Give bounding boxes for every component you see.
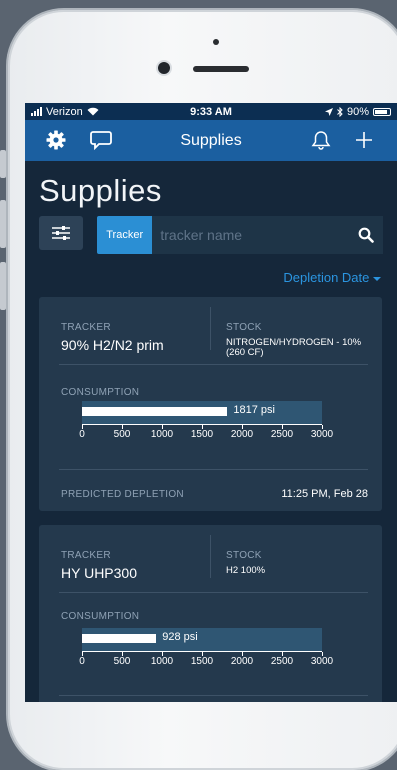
signal-icon [31, 107, 42, 116]
stock-label: STOCK [226, 322, 262, 333]
sort-label: Depletion Date [283, 270, 370, 285]
consumption-label: CONSUMPTION [61, 387, 140, 398]
divider [210, 307, 211, 350]
consumption-axis: 0 500 1000 1500 2000 2500 3000 [79, 424, 333, 440]
axis-tick-label: 1500 [190, 656, 214, 667]
search-scope-chip[interactable]: Tracker [97, 216, 153, 254]
bluetooth-icon [337, 106, 343, 117]
stock-label: STOCK [226, 550, 262, 561]
search-input[interactable] [152, 216, 350, 254]
consumption-label: CONSUMPTION [61, 611, 140, 622]
consumption-bar: 928 psi [82, 628, 322, 652]
wifi-icon [87, 107, 99, 116]
axis-tick-label: 1000 [150, 656, 174, 667]
sort-dropdown[interactable]: Depletion Date [283, 270, 381, 285]
predicted-depletion-label: PREDICTED DEPLETION [61, 489, 184, 500]
axis-tick-label: 3000 [310, 429, 334, 440]
divider [59, 695, 368, 696]
caret-down-icon [373, 277, 381, 281]
axis-tick-label: 0 [79, 429, 85, 440]
carrier-label: Verizon [46, 105, 83, 118]
battery-percent: 90% [346, 105, 369, 118]
status-left: Verizon [31, 106, 99, 118]
battery-icon [373, 107, 391, 116]
supply-card[interactable]: TRACKER HY UHP300 STOCK H2 100% CONSUMPT… [39, 525, 382, 702]
nav-bar: Supplies [25, 120, 397, 161]
axis-tick-label: 3000 [310, 656, 334, 667]
divider [210, 535, 211, 578]
consumption-axis: 0 500 1000 1500 2000 2500 3000 [79, 651, 333, 667]
stock-name: NITROGEN/HYDROGEN - 10% (260 CF) [226, 337, 362, 358]
location-icon [324, 107, 333, 116]
consumption-bar-fill [82, 407, 228, 416]
tracker-name: HY UHP300 [61, 565, 138, 581]
app-screen: Verizon 9:33 AM 90% Supplies Supplies Tr… [25, 103, 397, 702]
consumption-value: 928 psi [162, 631, 198, 643]
sliders-icon [52, 226, 70, 240]
tracker-name: 90% H2/N2 prim [61, 337, 164, 353]
volume-up-button [0, 200, 6, 248]
status-bar: Verizon 9:33 AM 90% [25, 103, 397, 120]
front-camera [158, 62, 170, 74]
axis-tick-label: 2000 [230, 656, 254, 667]
axis-tick-label: 500 [113, 656, 131, 667]
mute-switch [0, 150, 6, 178]
search-button[interactable] [349, 216, 383, 254]
consumption-bar: 1817 psi [82, 401, 322, 425]
axis-tick-label: 1500 [190, 429, 214, 440]
camera-dot [213, 39, 219, 45]
consumption-bar-fill [82, 634, 157, 643]
search-box: Tracker [97, 216, 383, 254]
divider [59, 364, 368, 365]
tracker-label: TRACKER [61, 322, 111, 333]
nav-title: Supplies [180, 131, 242, 149]
search-icon [358, 227, 374, 243]
axis-tick-label: 500 [113, 429, 131, 440]
earpiece-speaker [193, 66, 249, 72]
axis-tick-label: 0 [79, 656, 85, 667]
divider [59, 469, 368, 470]
stock-name: H2 100% [226, 565, 266, 576]
axis-tick-label: 1000 [150, 429, 174, 440]
consumption-value: 1817 psi [233, 404, 275, 416]
divider [59, 592, 368, 593]
bell-icon[interactable] [306, 125, 336, 155]
axis-tick-label: 2000 [230, 429, 254, 440]
axis-tick-label: 2500 [270, 656, 294, 667]
tracker-label: TRACKER [61, 550, 111, 561]
page-title: Supplies [39, 173, 162, 208]
axis-tick-label: 2500 [270, 429, 294, 440]
status-right: 90% [324, 105, 391, 118]
search-row: Tracker [39, 216, 383, 254]
filter-button[interactable] [39, 216, 83, 250]
supply-card[interactable]: TRACKER 90% H2/N2 prim STOCK NITROGEN/HY… [39, 297, 382, 511]
add-plus-icon[interactable] [349, 125, 379, 155]
volume-down-button [0, 262, 6, 310]
predicted-depletion-value: 11:25 PM, Feb 28 [281, 488, 368, 500]
